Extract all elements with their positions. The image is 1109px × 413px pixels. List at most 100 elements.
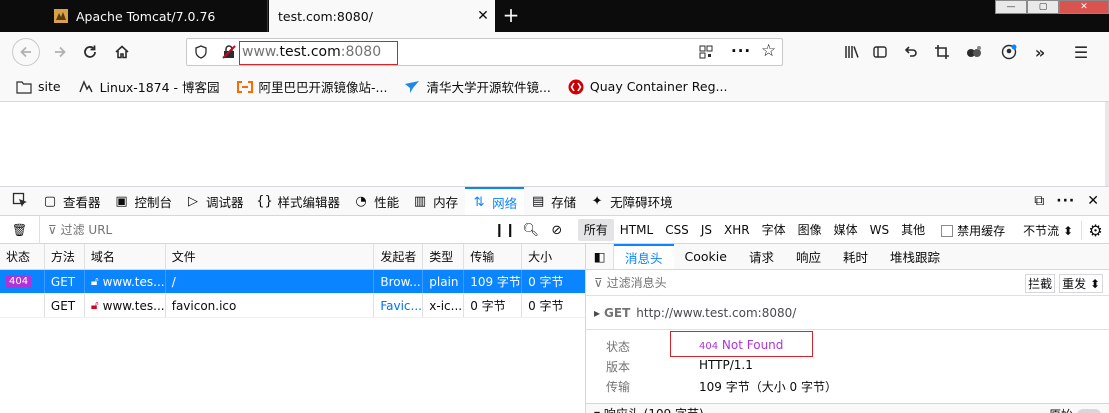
block-icon[interactable]: ⊘ xyxy=(544,223,570,238)
insecure-lock-icon[interactable] xyxy=(221,44,237,63)
column-file[interactable]: 文件 xyxy=(166,244,375,269)
overflow-chevron-icon[interactable]: » xyxy=(1026,38,1054,66)
raw-toggle[interactable]: 原始 xyxy=(1049,406,1101,413)
tab-headers[interactable]: 消息头 xyxy=(614,244,674,269)
column-transferred[interactable]: 传输 xyxy=(464,244,523,269)
tab-test-com[interactable]: test.com:8080/ ✕ xyxy=(269,0,495,32)
tomcat-favicon-icon xyxy=(54,9,68,23)
type-other[interactable]: 其他 xyxy=(895,219,931,241)
minimize-button[interactable]: — xyxy=(995,0,1027,14)
pause-icon[interactable]: ❙❙ xyxy=(492,223,518,238)
bookmark-quay[interactable]: Quay Container Reg... xyxy=(568,79,727,95)
tool-network[interactable]: ⇅ 网络 xyxy=(465,187,525,215)
tool-debugger[interactable]: ▷ 调试器 xyxy=(179,187,251,215)
bookmark-site[interactable]: site xyxy=(16,79,61,95)
throttle-select[interactable]: 不节流 ⬍ xyxy=(1023,222,1073,239)
type-css[interactable]: CSS xyxy=(659,219,695,241)
column-status[interactable]: 状态 xyxy=(0,244,45,269)
disable-cache-checkbox[interactable]: 禁用缓存 xyxy=(941,222,1005,239)
memory-icon: ▥ xyxy=(413,193,427,209)
tab-tomcat[interactable]: Apache Tomcat/7.0.76 xyxy=(43,0,268,32)
undo-icon[interactable] xyxy=(897,38,925,66)
close-window-button[interactable]: ✕ xyxy=(1059,0,1109,14)
tab-timings[interactable]: 耗时 xyxy=(832,244,879,269)
inspector-icon: ▢ xyxy=(43,193,57,209)
tool-console[interactable]: ▣ 控制台 xyxy=(108,187,180,215)
type-html[interactable]: HTML xyxy=(614,219,659,241)
type-all[interactable]: 所有 xyxy=(577,219,614,241)
crop-screenshot-icon[interactable] xyxy=(928,38,956,66)
extension-icon[interactable] xyxy=(960,38,988,66)
tool-accessibility[interactable]: ✦ 无障碍环境 xyxy=(583,187,680,215)
table-row[interactable]: GET 🔓︎ www.tes... favicon.ico Favic... x-… xyxy=(0,294,585,318)
toggle-pane-icon[interactable]: ◧ xyxy=(586,244,614,269)
expand-triangle-icon[interactable]: ▸ xyxy=(594,306,600,320)
console-icon: ▣ xyxy=(115,193,128,209)
cnblogs-icon xyxy=(78,79,94,95)
column-size[interactable]: 大小 xyxy=(522,244,585,269)
sidebar-icon[interactable] xyxy=(866,38,894,66)
row-initiator[interactable]: Favic... xyxy=(374,294,424,317)
reload-icon xyxy=(84,45,96,58)
table-header: 状态 方法 域名 文件 发起者 类型 传输 大小 xyxy=(0,244,585,270)
forward-arrow-icon xyxy=(55,46,66,58)
page-actions-icon[interactable]: ··· xyxy=(731,42,751,60)
column-initiator[interactable]: 发起者 xyxy=(374,244,424,269)
filter-headers-input[interactable]: ⊽ 过滤消息头 拦截 重发 ⬍ xyxy=(586,270,1109,296)
bookmark-aliyun[interactable]: 阿里巴巴开源镜像站-... xyxy=(236,77,387,96)
trash-icon: 🗑︎ xyxy=(11,222,28,237)
column-domain[interactable]: 域名 xyxy=(85,244,166,269)
bookmark-star-icon[interactable]: ☆ xyxy=(761,41,776,61)
home-button[interactable] xyxy=(108,38,136,66)
type-js[interactable]: JS xyxy=(695,219,718,241)
filter-url-input[interactable]: ⊽ 过滤 URL xyxy=(40,221,470,238)
type-fonts[interactable]: 字体 xyxy=(756,219,792,241)
tab-stack-trace[interactable]: 堆栈跟踪 xyxy=(879,244,951,269)
page-content xyxy=(0,102,1109,186)
maximize-button[interactable]: ▢ xyxy=(1027,0,1059,14)
tool-storage[interactable]: ▤ 存储 xyxy=(524,187,583,215)
menu-hamburger-icon[interactable]: ☰ xyxy=(1067,38,1095,66)
library-icon[interactable] xyxy=(838,38,866,66)
tool-memory[interactable]: ▥ 内存 xyxy=(406,187,465,215)
bookmark-tuna[interactable]: 清华大学开源软件镜... xyxy=(404,77,551,96)
tool-performance[interactable]: ◔ 性能 xyxy=(347,187,406,215)
type-ws[interactable]: WS xyxy=(864,219,895,241)
new-tab-button[interactable]: + xyxy=(496,0,526,32)
tool-style-editor[interactable]: {} 样式编辑器 xyxy=(251,187,348,215)
gear-icon[interactable]: ⚙ xyxy=(1081,220,1109,240)
forward-button[interactable] xyxy=(46,38,74,66)
type-xhr[interactable]: XHR xyxy=(718,219,756,241)
bookmark-cnblogs[interactable]: Linux-1874 - 博客园 xyxy=(78,77,220,96)
tab-response[interactable]: 响应 xyxy=(785,244,832,269)
row-status xyxy=(0,294,45,317)
window-controls: — ▢ ✕ xyxy=(995,0,1109,14)
tool-inspector[interactable]: ▢ 查看器 xyxy=(36,187,108,215)
tracking-shield-icon[interactable] xyxy=(194,45,208,62)
column-method[interactable]: 方法 xyxy=(45,244,85,269)
table-row[interactable]: 404 GET 🔓︎ www.tes... / Brow... plain 109… xyxy=(0,270,585,294)
resend-button[interactable]: 重发 ⬍ xyxy=(1059,274,1103,293)
tab-params[interactable]: 请求 xyxy=(738,244,785,269)
account-icon[interactable] xyxy=(995,38,1023,66)
tab-cookies[interactable]: Cookie xyxy=(674,244,738,269)
close-devtools-icon[interactable]: ✕ xyxy=(1087,193,1099,209)
clear-requests-button[interactable]: 🗑︎ xyxy=(0,215,40,244)
qr-code-icon[interactable] xyxy=(699,45,713,62)
home-icon xyxy=(115,45,129,59)
search-icon[interactable]: 🔍︎ xyxy=(518,223,544,238)
close-icon[interactable]: ✕ xyxy=(471,8,495,24)
transfer-value: 109 字节（大小 0 字节） xyxy=(699,380,837,394)
reload-button[interactable] xyxy=(76,38,104,66)
type-images[interactable]: 图像 xyxy=(792,219,828,241)
response-headers-section[interactable]: ▾ 响应头 (109 字节) 原始 xyxy=(586,403,1109,413)
block-button[interactable]: 拦截 xyxy=(1025,274,1056,293)
column-type[interactable]: 类型 xyxy=(423,244,465,269)
type-media[interactable]: 媒体 xyxy=(828,219,864,241)
element-picker-button[interactable] xyxy=(0,187,36,215)
accessibility-icon: ✦ xyxy=(591,193,603,209)
folder-icon xyxy=(16,79,32,95)
dock-icon[interactable]: ⧉ xyxy=(1034,193,1044,209)
devtools-more-icon[interactable]: ··· xyxy=(1056,193,1075,209)
back-button[interactable] xyxy=(12,38,40,66)
